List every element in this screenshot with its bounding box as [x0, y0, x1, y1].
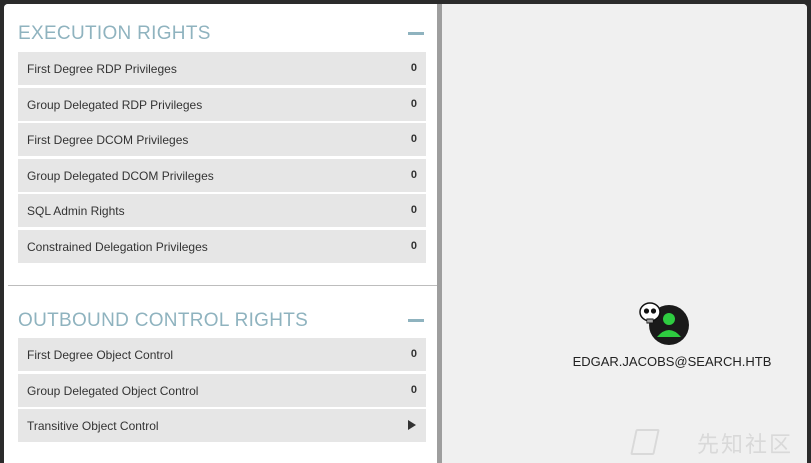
row-count: 0	[410, 97, 417, 110]
row-count: 0	[410, 383, 417, 396]
collapse-icon[interactable]	[408, 319, 424, 322]
row-first-degree-object-control[interactable]: First Degree Object Control 0	[18, 338, 426, 372]
row-group-delegated-dcom[interactable]: Group Delegated DCOM Privileges 0	[18, 158, 426, 193]
graph-canvas[interactable]: EDGAR.JACOBS@SEARCH.HTB 先知社区	[442, 4, 807, 463]
section-title: OUTBOUND CONTROL RIGHTS	[18, 310, 309, 331]
row-label: First Degree DCOM Privileges	[27, 133, 189, 147]
row-first-degree-rdp[interactable]: First Degree RDP Privileges 0	[18, 52, 426, 86]
row-label: Group Delegated DCOM Privileges	[27, 168, 214, 183]
node-info-panel: EXECUTION RIGHTS First Degree RDP Privil…	[4, 4, 437, 463]
row-label: First Degree RDP Privileges	[27, 62, 177, 76]
row-count: 0	[410, 239, 417, 252]
row-constrained-delegation[interactable]: Constrained Delegation Privileges 0	[18, 229, 426, 264]
row-group-delegated-object-control[interactable]: Group Delegated Object Control 0	[18, 373, 426, 408]
watermark-logo	[630, 429, 660, 455]
app-window: EXECUTION RIGHTS First Degree RDP Privil…	[4, 4, 807, 463]
row-label: Group Delegated RDP Privileges	[27, 97, 203, 112]
row-label: First Degree Object Control	[27, 348, 174, 362]
watermark: 先知社区	[696, 432, 793, 457]
row-label: SQL Admin Rights	[27, 204, 125, 218]
row-label: Constrained Delegation Privileges	[27, 239, 208, 254]
row-count: 0	[410, 168, 417, 181]
graph-node[interactable]	[639, 301, 691, 347]
row-count: 0	[410, 62, 417, 74]
row-transitive-object-control[interactable]: Transitive Object Control	[18, 409, 426, 443]
node-label: EDGAR.JACOBS@SEARCH.HTB	[572, 354, 772, 369]
execution-rights-list: First Degree RDP Privileges 0 Group Dele…	[18, 52, 426, 265]
row-label: Transitive Object Control	[27, 419, 159, 433]
row-label: Group Delegated Object Control	[27, 383, 199, 398]
row-count: 0	[410, 133, 417, 145]
section-header-execution-rights[interactable]: EXECUTION RIGHTS	[4, 10, 437, 50]
row-group-delegated-rdp[interactable]: Group Delegated RDP Privileges 0	[18, 87, 426, 122]
collapse-icon[interactable]	[408, 32, 424, 35]
pwned-user-icon	[639, 302, 689, 345]
row-first-degree-dcom[interactable]: First Degree DCOM Privileges 0	[18, 123, 426, 157]
section-title: EXECUTION RIGHTS	[18, 23, 211, 44]
section-divider	[8, 285, 437, 286]
section-header-outbound-control-rights[interactable]: OUTBOUND CONTROL RIGHTS	[4, 297, 437, 337]
play-arrow-icon[interactable]	[408, 420, 416, 430]
row-sql-admin[interactable]: SQL Admin Rights 0	[18, 194, 426, 228]
row-count: 0	[410, 348, 417, 360]
outbound-control-rights-list: First Degree Object Control 0 Group Dele…	[18, 338, 426, 445]
row-count: 0	[410, 204, 417, 216]
